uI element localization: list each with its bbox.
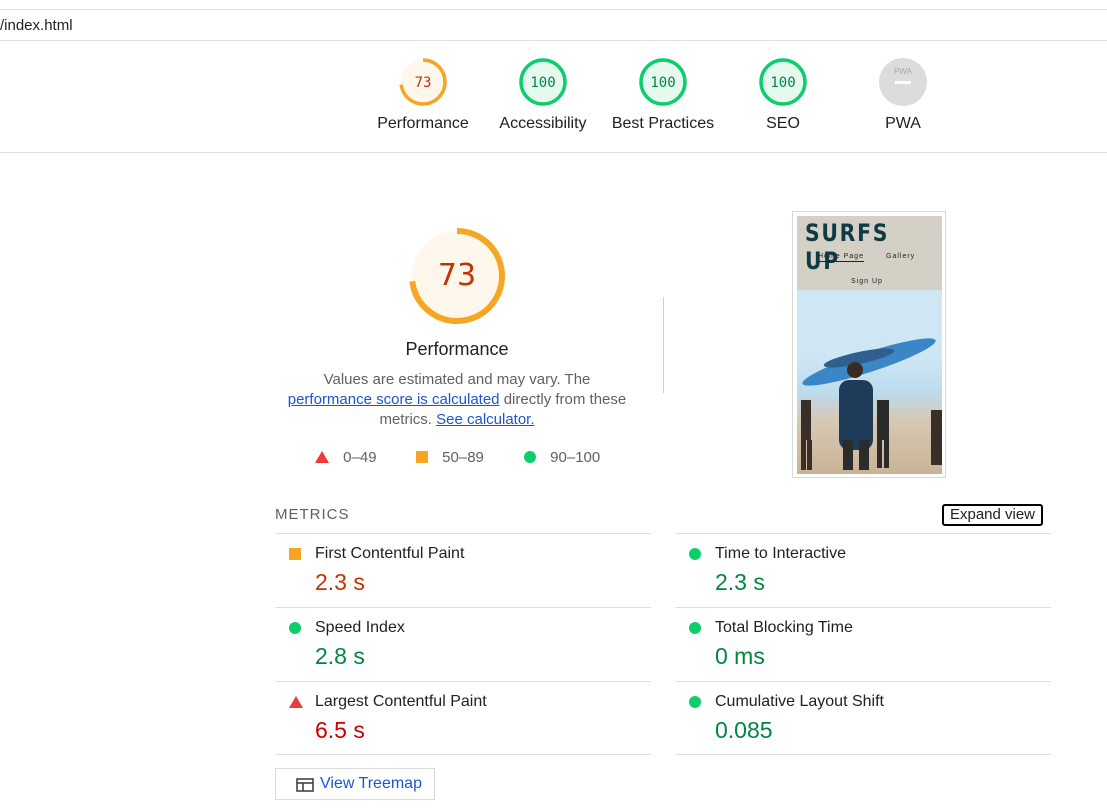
legend-average-label: 50–89	[442, 449, 484, 466]
view-treemap-label: View Treemap	[320, 775, 422, 792]
fail-triangle-icon	[289, 696, 303, 708]
metric-divider	[275, 754, 651, 755]
metric-largest-contentful-paint: Largest Contentful Paint 6.5 s	[275, 681, 651, 755]
legend-pass-label: 90–100	[550, 449, 601, 466]
average-square-icon	[289, 548, 301, 560]
gauge-pwa-label: PWA	[885, 115, 921, 132]
screenshot-nav-gallery: Gallery	[886, 253, 916, 260]
vertical-divider	[663, 297, 664, 393]
screenshot-header: SURFS UP Home Page Gallery Sign Up	[797, 216, 942, 290]
metric-name: Time to Interactive	[715, 545, 847, 562]
metric-value: 2.3 s	[715, 569, 765, 595]
metrics-heading: METRICS	[275, 506, 350, 523]
gauge-performance[interactable]: 73 Performance	[363, 57, 483, 133]
screenshot-site-title: SURFS UP	[805, 219, 890, 275]
performance-title: Performance	[405, 339, 509, 359]
gauge-accessibility[interactable]: 100 Accessibility	[483, 57, 603, 133]
metric-speed-index: Speed Index 2.8 s	[275, 607, 651, 681]
screenshot-hero-photo	[797, 290, 942, 474]
category-gauges: 73 Performance 100 Accessibility 100 Bes…	[0, 41, 1107, 153]
view-treemap-button[interactable]: View Treemap	[275, 768, 435, 800]
average-square-icon	[416, 451, 428, 463]
metric-value: 6.5 s	[315, 717, 365, 743]
legend-pass: 90–100	[524, 449, 600, 466]
gauge-accessibility-label: Accessibility	[499, 115, 587, 132]
gauge-pwa[interactable]: PWA PWA	[843, 57, 963, 133]
legend-fail: 0–49	[315, 449, 377, 466]
metric-cumulative-layout-shift: Cumulative Layout Shift 0.085	[675, 681, 1051, 755]
pwa-badge-icon: PWA	[879, 58, 927, 106]
performance-score: 73	[437, 258, 477, 293]
screenshot-nav-signup: Sign Up	[851, 278, 883, 285]
expand-view-button[interactable]: Expand view	[942, 504, 1043, 526]
gauge-best-practices[interactable]: 100 Best Practices	[603, 57, 723, 133]
pass-circle-icon	[689, 622, 701, 634]
metric-value: 2.8 s	[315, 643, 365, 669]
metric-name: Largest Contentful Paint	[315, 693, 487, 710]
metric-name: Cumulative Layout Shift	[715, 693, 884, 710]
gauge-seo-score: 100	[770, 75, 795, 91]
gauge-best-practices-score: 100	[650, 75, 675, 91]
performance-description: Values are estimated and may vary. The p…	[270, 370, 644, 430]
pwa-badge-text: PWA	[894, 67, 913, 76]
metric-divider	[675, 754, 1051, 755]
metric-name: First Contentful Paint	[315, 545, 465, 562]
screenshot-nav-home: Home Page	[818, 253, 864, 262]
gauge-performance-label: Performance	[377, 115, 469, 132]
pass-circle-icon	[689, 548, 701, 560]
metric-name: Total Blocking Time	[715, 619, 853, 636]
pass-circle-icon	[524, 451, 536, 463]
url-bar: /index.html	[0, 9, 1107, 41]
description-text-1: Values are estimated and may vary. The	[323, 371, 591, 388]
gauge-performance-score: 73	[415, 75, 432, 91]
metric-first-contentful-paint: First Contentful Paint 2.3 s	[275, 533, 651, 607]
metric-time-to-interactive: Time to Interactive 2.3 s	[675, 533, 1051, 607]
metric-value: 0 ms	[715, 643, 765, 669]
pass-circle-icon	[689, 696, 701, 708]
score-calculation-link[interactable]: performance score is calculated	[288, 391, 500, 408]
gauge-best-practices-label: Best Practices	[611, 115, 715, 132]
legend-average: 50–89	[416, 449, 484, 466]
surfers-photo-icon	[801, 338, 942, 470]
gauge-seo-label: SEO	[766, 115, 800, 132]
metric-value: 0.085	[715, 717, 773, 743]
see-calculator-link[interactable]: See calculator.	[436, 411, 534, 428]
gauge-seo[interactable]: 100 SEO	[723, 57, 843, 133]
final-screenshot: SURFS UP Home Page Gallery Sign Up	[792, 211, 946, 478]
gauge-accessibility-score: 100	[530, 75, 555, 91]
pass-circle-icon	[289, 622, 301, 634]
performance-gauge: 73	[407, 226, 507, 326]
metric-value: 2.3 s	[315, 569, 365, 595]
metric-total-blocking-time: Total Blocking Time 0 ms	[675, 607, 1051, 681]
page-url: /index.html	[0, 17, 73, 34]
treemap-icon	[296, 778, 314, 792]
legend-fail-label: 0–49	[343, 449, 377, 466]
metric-name: Speed Index	[315, 619, 405, 636]
fail-triangle-icon	[315, 451, 329, 463]
